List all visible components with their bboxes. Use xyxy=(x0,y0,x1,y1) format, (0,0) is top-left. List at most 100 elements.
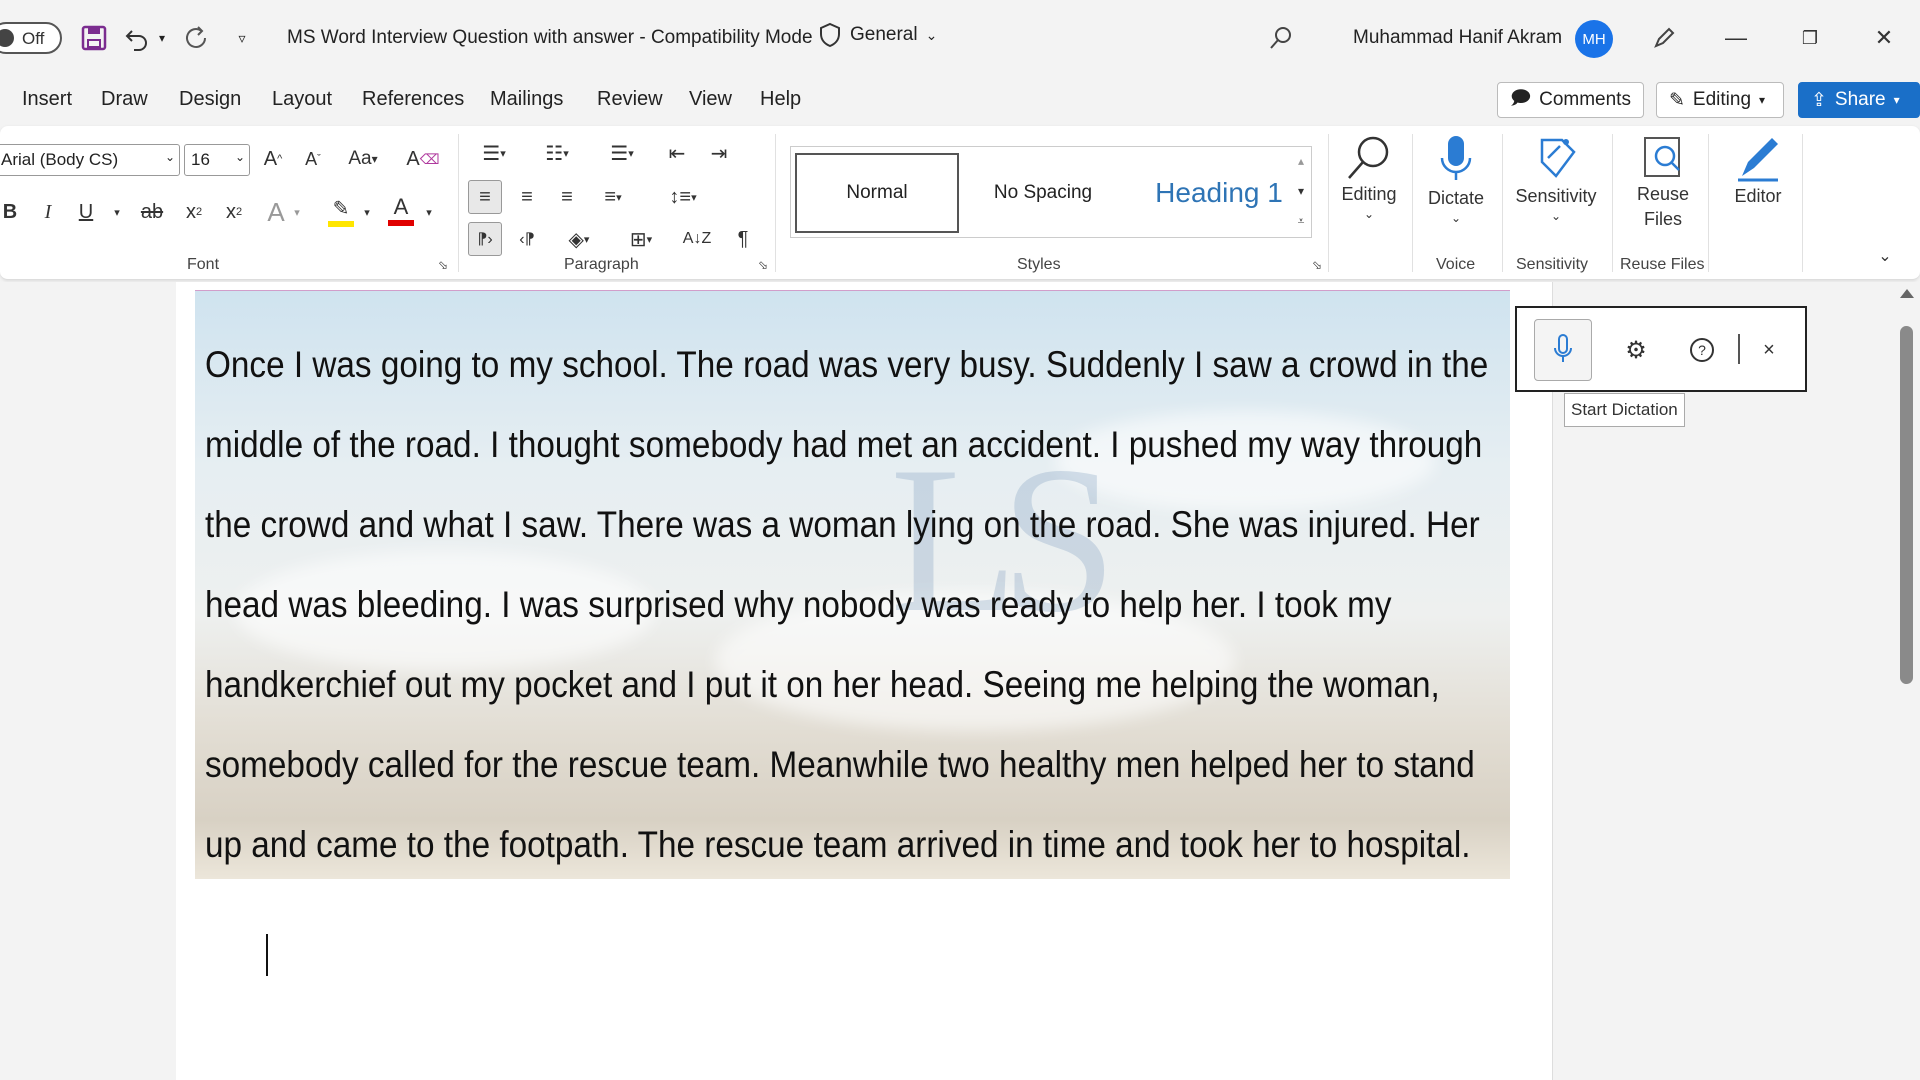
customize-qat-icon[interactable]: ▿ xyxy=(232,20,252,56)
search-icon xyxy=(1348,136,1389,179)
tab-design[interactable]: Design xyxy=(179,88,241,111)
style-heading-1[interactable]: Heading 1 xyxy=(1131,153,1307,233)
minimize-button[interactable]: — xyxy=(1716,18,1756,58)
editor-label: Editor xyxy=(1734,186,1782,206)
chevron-down-icon[interactable]: ▾ xyxy=(290,200,304,224)
styles-more-icon[interactable]: ⩡ xyxy=(1290,208,1312,234)
tab-draw[interactable]: Draw xyxy=(101,88,148,111)
document-text[interactable]: Once I was going to my school. The road … xyxy=(205,325,1488,885)
dictate-label: Dictate xyxy=(1427,188,1485,208)
grow-font-icon[interactable]: A ^ xyxy=(258,142,288,176)
share-button[interactable]: ⇪ Share ▾ xyxy=(1798,82,1920,118)
style-no-spacing[interactable]: No Spacing xyxy=(961,153,1125,233)
sort-icon[interactable]: A↓Z xyxy=(680,222,714,256)
change-case-icon[interactable]: Aa ▾ xyxy=(340,142,386,176)
restore-button[interactable]: ❐ xyxy=(1790,18,1830,58)
editor-button[interactable]: Editor xyxy=(1722,132,1794,209)
italic-icon[interactable]: I xyxy=(38,196,58,228)
line-spacing-icon[interactable]: ↕≡ ▾ xyxy=(660,180,706,214)
multilevel-list-icon[interactable]: ☰ ▾ xyxy=(598,138,646,168)
sensitivity-label: General xyxy=(850,24,918,45)
share-icon: ⇪ xyxy=(1811,89,1827,111)
font-name-combo[interactable]: Arial (Body CS) ⌄ xyxy=(0,144,180,176)
help-icon[interactable]: ? xyxy=(1682,330,1722,370)
close-window-button[interactable]: ✕ xyxy=(1864,18,1904,58)
avatar[interactable]: MH xyxy=(1575,20,1613,58)
style-normal[interactable]: Normal xyxy=(795,153,959,233)
text-effects-icon[interactable]: A xyxy=(262,196,290,228)
group-label-paragraph: Paragraph xyxy=(564,256,639,273)
show-formatting-marks-icon[interactable]: ¶ xyxy=(726,222,760,256)
font-size-combo[interactable]: 16 ⌄ xyxy=(184,144,250,176)
reuse-files-button[interactable]: Reuse Files xyxy=(1620,132,1706,232)
tab-mailings[interactable]: Mailings xyxy=(490,88,563,111)
editing-mode-button[interactable]: ✎ Editing ▾ xyxy=(1656,82,1784,118)
user-name[interactable]: Muhammad Hanif Akram xyxy=(1353,27,1562,49)
scrollbar-thumb[interactable] xyxy=(1900,326,1913,684)
rtl-icon[interactable]: ‹⁋ xyxy=(510,222,544,256)
text-cursor xyxy=(266,934,268,976)
shading-icon[interactable]: ◈ ▾ xyxy=(554,222,604,256)
superscript-icon[interactable]: x2 xyxy=(220,196,248,228)
scroll-up-icon[interactable] xyxy=(1900,289,1914,298)
borders-icon[interactable]: ⊞ ▾ xyxy=(616,222,666,256)
dialog-launcher-icon[interactable]: ⬂ xyxy=(1310,258,1324,272)
chevron-down-icon[interactable]: ▾ xyxy=(360,200,374,224)
increase-indent-icon[interactable]: ⇥ xyxy=(704,138,734,168)
align-center-icon[interactable]: ≡ xyxy=(510,180,544,214)
shrink-font-icon[interactable]: Aˇ xyxy=(298,142,328,176)
subscript-icon[interactable]: x2 xyxy=(180,196,208,228)
search-icon[interactable] xyxy=(1266,20,1296,56)
tab-layout[interactable]: Layout xyxy=(272,88,332,111)
strikethrough-icon[interactable]: ab xyxy=(138,196,166,228)
style-heading-1-label: Heading 1 xyxy=(1155,177,1283,208)
align-left-icon[interactable]: ≡ xyxy=(468,180,502,214)
dictation-toolbar: ⚙ ? × xyxy=(1515,306,1807,392)
bullets-icon[interactable]: ☰ ▾ xyxy=(472,138,516,168)
chevron-down-icon: ⌄ xyxy=(1450,211,1462,225)
sensitivity-button[interactable]: Sensitivity ⌄ xyxy=(1508,132,1604,223)
text-line: the crowd and what I saw. There was a wo… xyxy=(205,504,1480,545)
styles-scroll-down-icon[interactable]: ▾ xyxy=(1290,178,1312,204)
decrease-indent-icon[interactable]: ⇤ xyxy=(662,138,692,168)
font-color-icon[interactable]: A xyxy=(386,190,416,230)
tab-view[interactable]: View xyxy=(689,88,732,111)
editing-button[interactable]: Editing ⌄ xyxy=(1338,132,1400,221)
undo-dropdown-icon[interactable]: ▾ xyxy=(154,20,170,56)
chevron-down-icon[interactable]: ▾ xyxy=(422,200,436,224)
ltr-icon[interactable]: ⁋› xyxy=(468,222,502,256)
align-right-icon[interactable]: ≡ xyxy=(550,180,584,214)
text-line: up and came to the footpath. The rescue … xyxy=(205,824,1471,865)
chevron-down-icon: ⌄ xyxy=(164,150,175,164)
comments-button[interactable]: 🗩 Comments xyxy=(1497,82,1644,118)
justify-icon[interactable]: ≡ ▾ xyxy=(590,180,636,214)
shield-icon xyxy=(820,22,840,48)
tab-review[interactable]: Review xyxy=(597,88,663,111)
bold-icon[interactable]: B xyxy=(0,196,20,228)
close-icon[interactable]: × xyxy=(1749,330,1789,370)
clear-formatting-icon[interactable]: A ⌫ xyxy=(406,142,440,176)
collapse-ribbon-icon[interactable]: ⌄ xyxy=(1874,246,1896,266)
sensitivity-label-button[interactable]: General ⌄ xyxy=(818,22,937,48)
save-icon[interactable] xyxy=(78,20,110,56)
start-dictation-button[interactable] xyxy=(1534,319,1592,381)
pen-icon[interactable] xyxy=(1648,20,1680,56)
tab-help[interactable]: Help xyxy=(760,88,801,111)
dialog-launcher-icon[interactable]: ⬂ xyxy=(756,258,770,272)
styles-scroll-up-icon[interactable]: ▴ xyxy=(1290,148,1312,174)
chevron-down-icon: ▾ xyxy=(1893,93,1900,107)
tab-references[interactable]: References xyxy=(362,88,464,111)
dictate-button[interactable]: Dictate ⌄ xyxy=(1420,132,1492,225)
undo-icon[interactable] xyxy=(122,20,152,56)
chevron-down-icon: ⌄ xyxy=(1363,207,1375,221)
numbering-icon[interactable]: ☷ ▾ xyxy=(532,138,582,168)
chevron-down-icon[interactable]: ▾ xyxy=(110,200,124,224)
dialog-launcher-icon[interactable]: ⬂ xyxy=(436,258,450,272)
autosave-toggle[interactable]: Off xyxy=(0,22,62,54)
underline-icon[interactable]: U xyxy=(76,196,96,228)
redo-icon[interactable] xyxy=(180,20,214,56)
toolbar-divider xyxy=(1738,334,1740,364)
tab-insert[interactable]: Insert xyxy=(22,88,72,111)
gear-icon[interactable]: ⚙ xyxy=(1616,330,1656,370)
highlight-color-icon[interactable]: ✎ xyxy=(326,192,356,230)
